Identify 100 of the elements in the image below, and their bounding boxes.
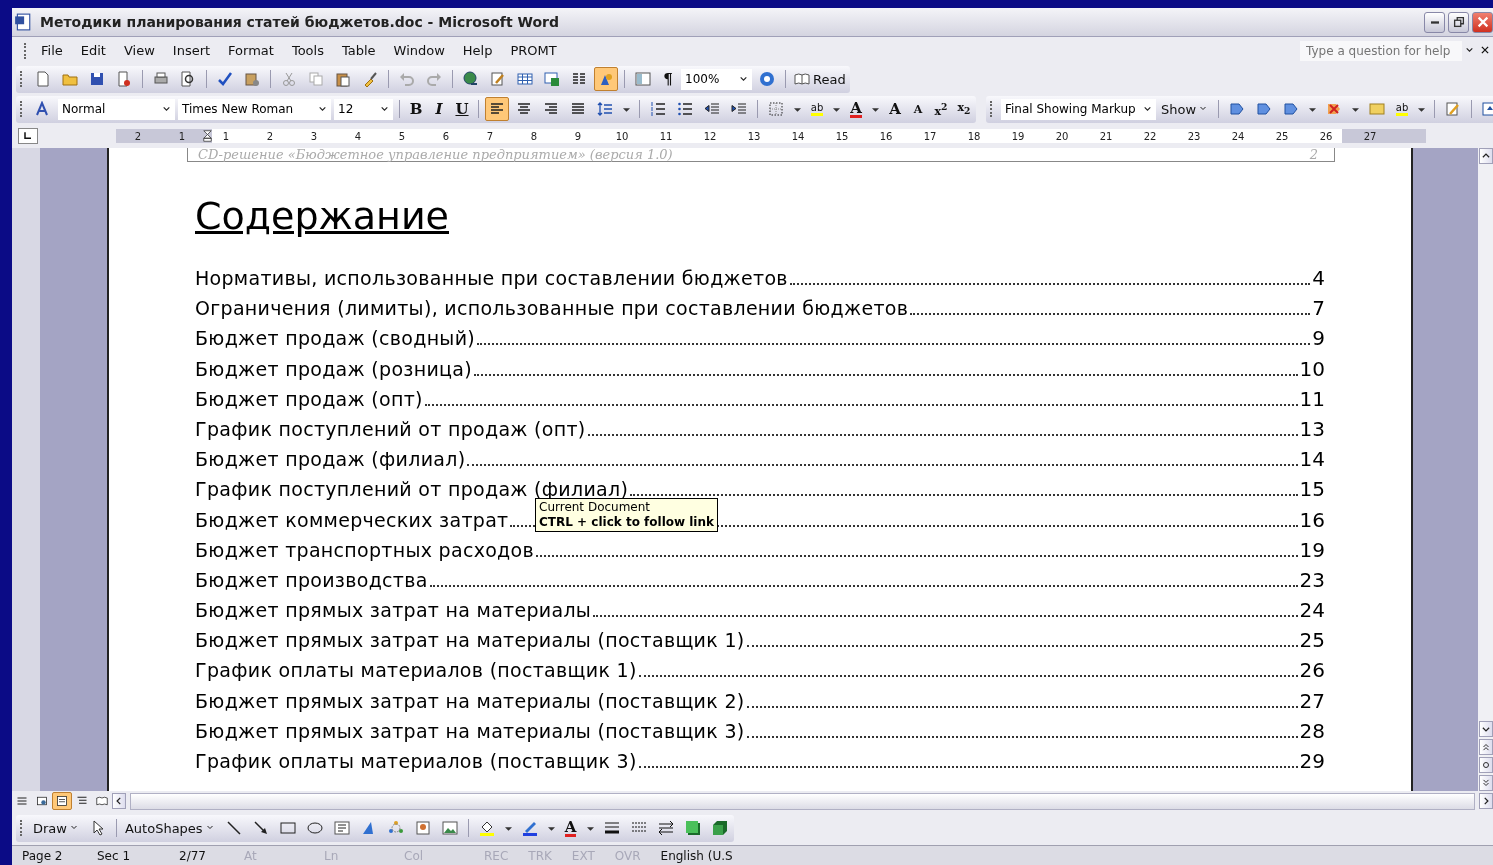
minimize-button[interactable] bbox=[1424, 11, 1445, 33]
arrow-icon[interactable] bbox=[252, 820, 269, 836]
triangle-down-icon[interactable] bbox=[794, 107, 801, 112]
underline-button[interactable]: U bbox=[452, 98, 472, 120]
chevron-down-icon[interactable] bbox=[1465, 45, 1474, 54]
restore-button[interactable] bbox=[1448, 11, 1469, 33]
toc-page-number[interactable]: 11 bbox=[1299, 386, 1325, 411]
indent-marker-icon[interactable] bbox=[203, 127, 215, 145]
diagram-icon[interactable] bbox=[387, 820, 404, 836]
align-right-icon[interactable] bbox=[543, 101, 559, 117]
toc-page-number[interactable]: 24 bbox=[1299, 598, 1325, 623]
scroll-up-button[interactable] bbox=[1478, 148, 1493, 164]
read-button[interactable]: Read bbox=[792, 68, 848, 90]
toc-entry-link[interactable]: График оплаты материалов (поставщик 1) bbox=[195, 659, 637, 682]
triangle-down-icon[interactable] bbox=[504, 826, 512, 831]
columns-icon[interactable] bbox=[571, 71, 587, 87]
toc-entry-link[interactable]: Бюджет продаж (опт) bbox=[195, 387, 423, 410]
menu-item[interactable]: Table bbox=[332, 43, 385, 58]
triangle-down-icon[interactable] bbox=[547, 826, 555, 831]
cube-icon[interactable] bbox=[711, 820, 728, 836]
zoom-dropdown[interactable]: 100% bbox=[681, 68, 752, 90]
toc-entry-link[interactable]: Бюджет прямых затрат на материалы (поставщик 1) bbox=[195, 629, 745, 652]
pencil-page-icon[interactable] bbox=[490, 71, 506, 87]
autoshapes-menu-button[interactable]: AutoShapes bbox=[122, 817, 219, 839]
menu-item[interactable]: Format bbox=[219, 43, 283, 58]
page-icon[interactable] bbox=[35, 71, 51, 87]
show-formatting-button[interactable]: ¶ bbox=[658, 68, 678, 90]
normal-view-icon[interactable] bbox=[16, 795, 28, 807]
scroll-down-button[interactable] bbox=[1478, 721, 1493, 737]
toc-page-number[interactable]: 14 bbox=[1299, 447, 1325, 472]
folder-icon[interactable] bbox=[62, 71, 78, 87]
toc-entry-link[interactable]: График оплаты материалов (поставщик 3) bbox=[195, 750, 637, 772]
triangle-down-icon[interactable] bbox=[872, 107, 879, 112]
triangle-down-icon[interactable] bbox=[623, 107, 630, 112]
toc-page-number[interactable]: 28 bbox=[1299, 718, 1325, 743]
menu-item[interactable]: PROMT bbox=[501, 43, 566, 58]
toc-entry-link[interactable]: Ограничения (лимиты), использованные при составлении бюджетов bbox=[195, 297, 909, 320]
menu-item[interactable]: View bbox=[114, 43, 164, 58]
close-icon[interactable] bbox=[1480, 44, 1490, 55]
font-dropdown[interactable]: Times New Roman bbox=[178, 98, 331, 120]
toc-entry-link[interactable]: Бюджет прямых затрат на материалы (поставщик 3) bbox=[195, 719, 745, 742]
printer-icon[interactable] bbox=[153, 71, 169, 87]
font-color-button[interactable]: A bbox=[560, 817, 581, 839]
menu-item[interactable]: Insert bbox=[163, 43, 220, 58]
document-map-icon[interactable] bbox=[635, 71, 651, 87]
toc-entry-link[interactable]: Бюджет производства bbox=[195, 568, 428, 591]
reading-view-icon[interactable] bbox=[96, 795, 108, 807]
menu-item[interactable]: Help bbox=[453, 43, 502, 58]
toc-page-number[interactable]: 19 bbox=[1299, 537, 1325, 562]
toc-page-number[interactable]: 7 bbox=[1312, 296, 1325, 321]
align-left-icon[interactable] bbox=[489, 101, 505, 117]
toc-entry-link[interactable]: График поступлений от продаж (опт) bbox=[195, 417, 586, 440]
triangle-down-icon[interactable] bbox=[1352, 107, 1360, 112]
clipboard-icon[interactable] bbox=[335, 71, 351, 87]
highlight-button[interactable]: ab bbox=[807, 98, 827, 120]
track-changes-icon[interactable] bbox=[1445, 101, 1462, 117]
toc-entry-link[interactable]: Бюджет прямых затрат на материалы bbox=[195, 599, 592, 622]
toc-entry-link[interactable]: Нормативы, использованные при составлении бюджетов bbox=[195, 267, 788, 289]
display-dropdown[interactable]: Final Showing Markup bbox=[1001, 98, 1156, 120]
toc-page-number[interactable]: 9 bbox=[1312, 326, 1325, 351]
rectangle-icon[interactable] bbox=[279, 820, 296, 836]
checkmark-icon[interactable] bbox=[217, 71, 233, 87]
toc-page-number[interactable]: 15 bbox=[1299, 477, 1325, 502]
toc-page-number[interactable]: 16 bbox=[1299, 507, 1325, 532]
toc-page-number[interactable]: 4 bbox=[1312, 266, 1325, 290]
show-menu-button[interactable]: Show bbox=[1159, 98, 1213, 120]
triangle-down-icon[interactable] bbox=[833, 107, 840, 112]
font-size-dropdown[interactable]: 12 bbox=[334, 98, 393, 120]
pen-line-icon[interactable] bbox=[521, 820, 538, 836]
print-view-icon[interactable] bbox=[56, 795, 68, 807]
toc-entry-link[interactable]: Бюджет прямых затрат на материалы (поставщик 2) bbox=[195, 689, 745, 712]
menu-item[interactable]: Tools bbox=[282, 43, 333, 58]
web-view-icon[interactable] bbox=[36, 795, 48, 807]
magnifier-icon[interactable] bbox=[180, 71, 196, 87]
font-color-button[interactable]: A bbox=[846, 98, 866, 120]
italic-button[interactable]: I bbox=[429, 98, 449, 120]
oval-icon[interactable] bbox=[306, 820, 323, 836]
toc-page-number[interactable]: 26 bbox=[1299, 658, 1325, 683]
brush-icon[interactable] bbox=[362, 71, 378, 87]
superscript-button[interactable]: x$^{2}$ bbox=[931, 98, 951, 120]
toc-page-number[interactable]: 13 bbox=[1299, 416, 1325, 441]
text-box-icon[interactable] bbox=[333, 820, 350, 836]
style-dropdown[interactable]: Normal bbox=[58, 98, 175, 120]
indent-icon[interactable] bbox=[731, 101, 747, 117]
horizontal-scrollbar[interactable] bbox=[130, 792, 1475, 810]
toc-entry-link[interactable]: Бюджет транспортных расходов bbox=[195, 538, 534, 561]
menu-item[interactable]: Edit bbox=[71, 43, 115, 58]
grow-font-button[interactable]: A bbox=[885, 98, 905, 120]
triangle-down-icon[interactable] bbox=[1309, 107, 1317, 112]
toc-entry-link[interactable]: График поступлений от продаж (филиал) bbox=[195, 478, 629, 501]
bullet-list-icon[interactable] bbox=[677, 101, 693, 117]
scroll-right-button[interactable] bbox=[1479, 793, 1493, 809]
toc-page-number[interactable]: 10 bbox=[1299, 356, 1325, 381]
scroll-left-button[interactable] bbox=[112, 793, 126, 809]
triangle-down-icon[interactable] bbox=[1418, 107, 1426, 112]
toc-page-number[interactable]: 23 bbox=[1299, 567, 1325, 592]
spreadsheet-icon[interactable] bbox=[544, 71, 560, 87]
toc-entry-link[interactable]: Бюджет коммерческих затрат bbox=[195, 508, 509, 531]
shadow-square-icon[interactable] bbox=[684, 820, 701, 836]
numbered-list-icon[interactable] bbox=[650, 101, 666, 117]
